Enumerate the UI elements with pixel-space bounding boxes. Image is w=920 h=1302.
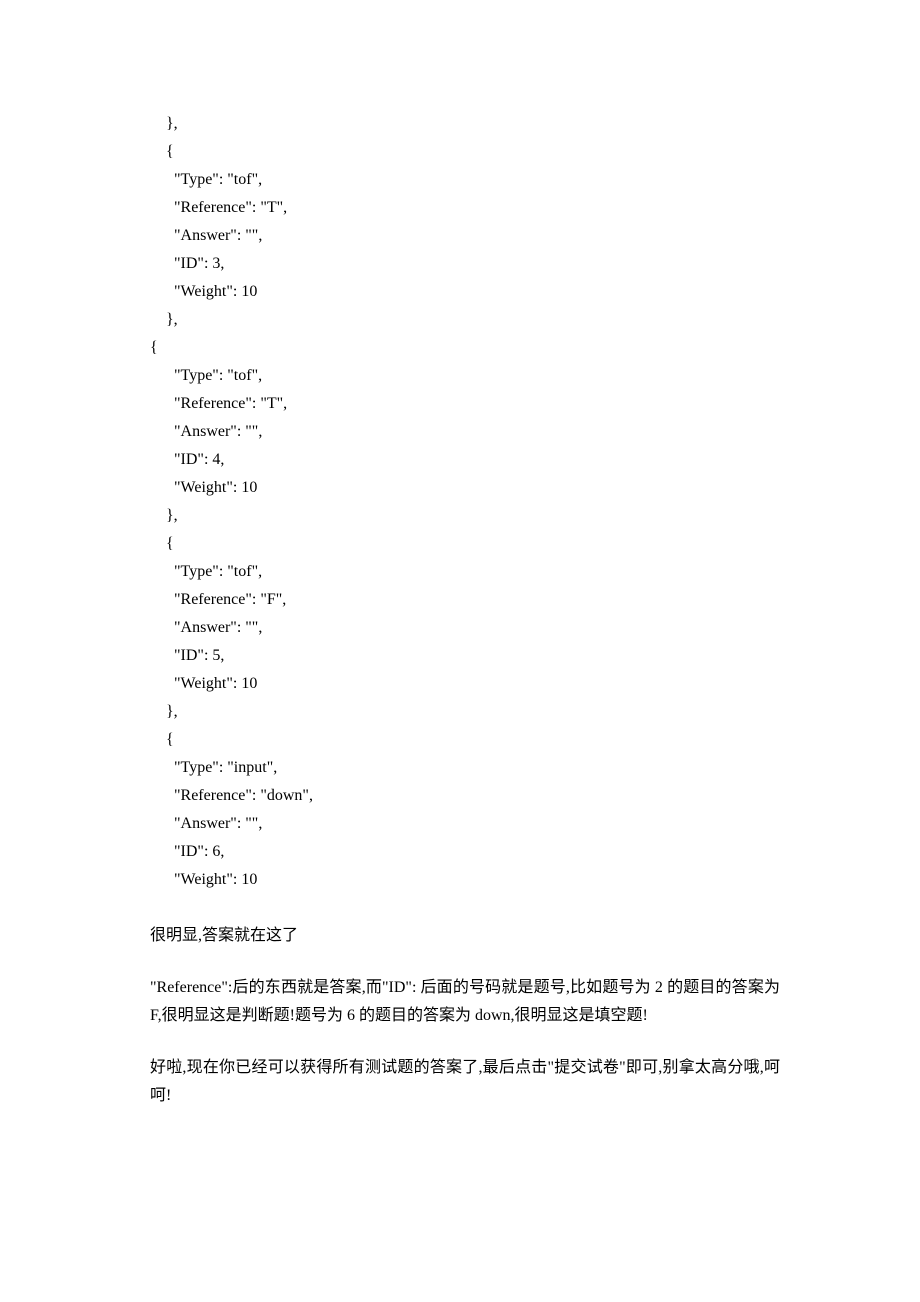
- paragraph-conclusion: 好啦,现在你已经可以获得所有测试题的答案了,最后点击"提交试卷"即可,别拿太高分…: [150, 1054, 780, 1110]
- document-page: }, { "Type": "tof", "Reference": "T", "A…: [0, 0, 920, 1302]
- json-code-block: }, { "Type": "tof", "Reference": "T", "A…: [150, 110, 780, 894]
- paragraph-reference-explain: "Reference":后的东西就是答案,而"ID": 后面的号码就是题号,比如…: [150, 974, 780, 1030]
- paragraph-answer-intro: 很明显,答案就在这了: [150, 922, 780, 950]
